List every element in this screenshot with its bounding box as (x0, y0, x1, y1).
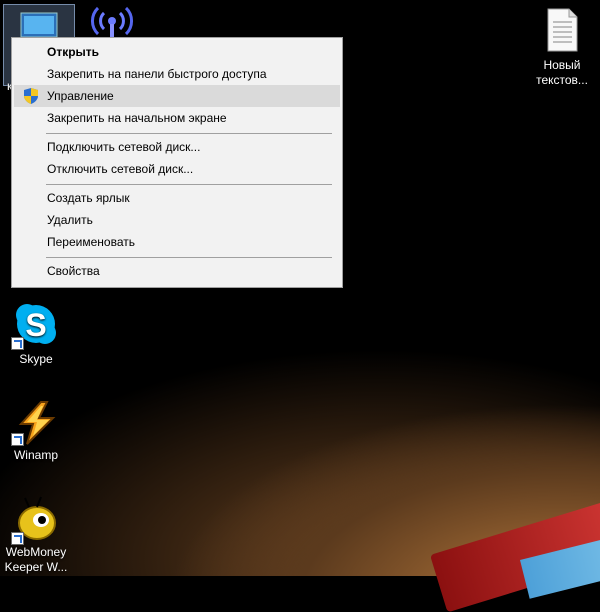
menu-item-create-shortcut[interactable]: Создать ярлык (14, 187, 340, 209)
desktop-icon-webmoney[interactable]: WebMoney Keeper W... (0, 495, 72, 575)
desktop-icon-winamp[interactable]: Winamp (0, 400, 72, 463)
menu-item-label: Закрепить на начальном экране (47, 111, 227, 125)
menu-item-label: Свойства (47, 264, 100, 278)
desktop-icon-label: Winamp (13, 448, 58, 462)
menu-item-label: Отключить сетевой диск... (47, 162, 194, 176)
desktop-icon-text-document[interactable]: Новый текстов... (526, 8, 598, 88)
menu-item-disconnect-network-drive[interactable]: Отключить сетевой диск... (14, 158, 340, 180)
network-icon (91, 6, 133, 40)
desktop-icon-skype[interactable]: S Skype (0, 300, 72, 367)
svg-text:S: S (25, 307, 46, 343)
menu-item-rename[interactable]: Переименовать (14, 231, 340, 253)
menu-separator (46, 184, 332, 185)
menu-item-label: Закрепить на панели быстрого доступа (47, 67, 267, 81)
menu-item-open[interactable]: Открыть (14, 41, 340, 63)
menu-item-pin-start[interactable]: Закрепить на начальном экране (14, 107, 340, 129)
menu-item-label: Управление (47, 89, 114, 103)
desktop-icon-label: WebMoney Keeper W... (4, 545, 68, 574)
text-document-icon (547, 8, 578, 52)
menu-item-delete[interactable]: Удалить (14, 209, 340, 231)
desktop-icon-label: Новый текстов... (536, 58, 588, 87)
menu-item-map-network-drive[interactable]: Подключить сетевой диск... (14, 136, 340, 158)
menu-separator (46, 133, 332, 134)
menu-item-label: Переименовать (47, 235, 135, 249)
shield-icon (24, 88, 38, 104)
desktop-icon-label: Skype (19, 352, 53, 366)
menu-item-label: Подключить сетевой диск... (47, 140, 201, 154)
shortcut-arrow-icon (11, 337, 24, 350)
context-menu: Открыть Закрепить на панели быстрого дос… (11, 37, 343, 288)
menu-item-manage[interactable]: Управление (14, 85, 340, 107)
menu-item-label: Удалить (47, 213, 93, 227)
shortcut-arrow-icon (11, 532, 24, 545)
menu-item-label: Создать ярлык (47, 191, 130, 205)
menu-item-properties[interactable]: Свойства (14, 260, 340, 282)
menu-item-label: Открыть (47, 45, 100, 59)
menu-separator (46, 257, 332, 258)
shortcut-arrow-icon (11, 433, 24, 446)
menu-item-pin-quick-access[interactable]: Закрепить на панели быстрого доступа (14, 63, 340, 85)
